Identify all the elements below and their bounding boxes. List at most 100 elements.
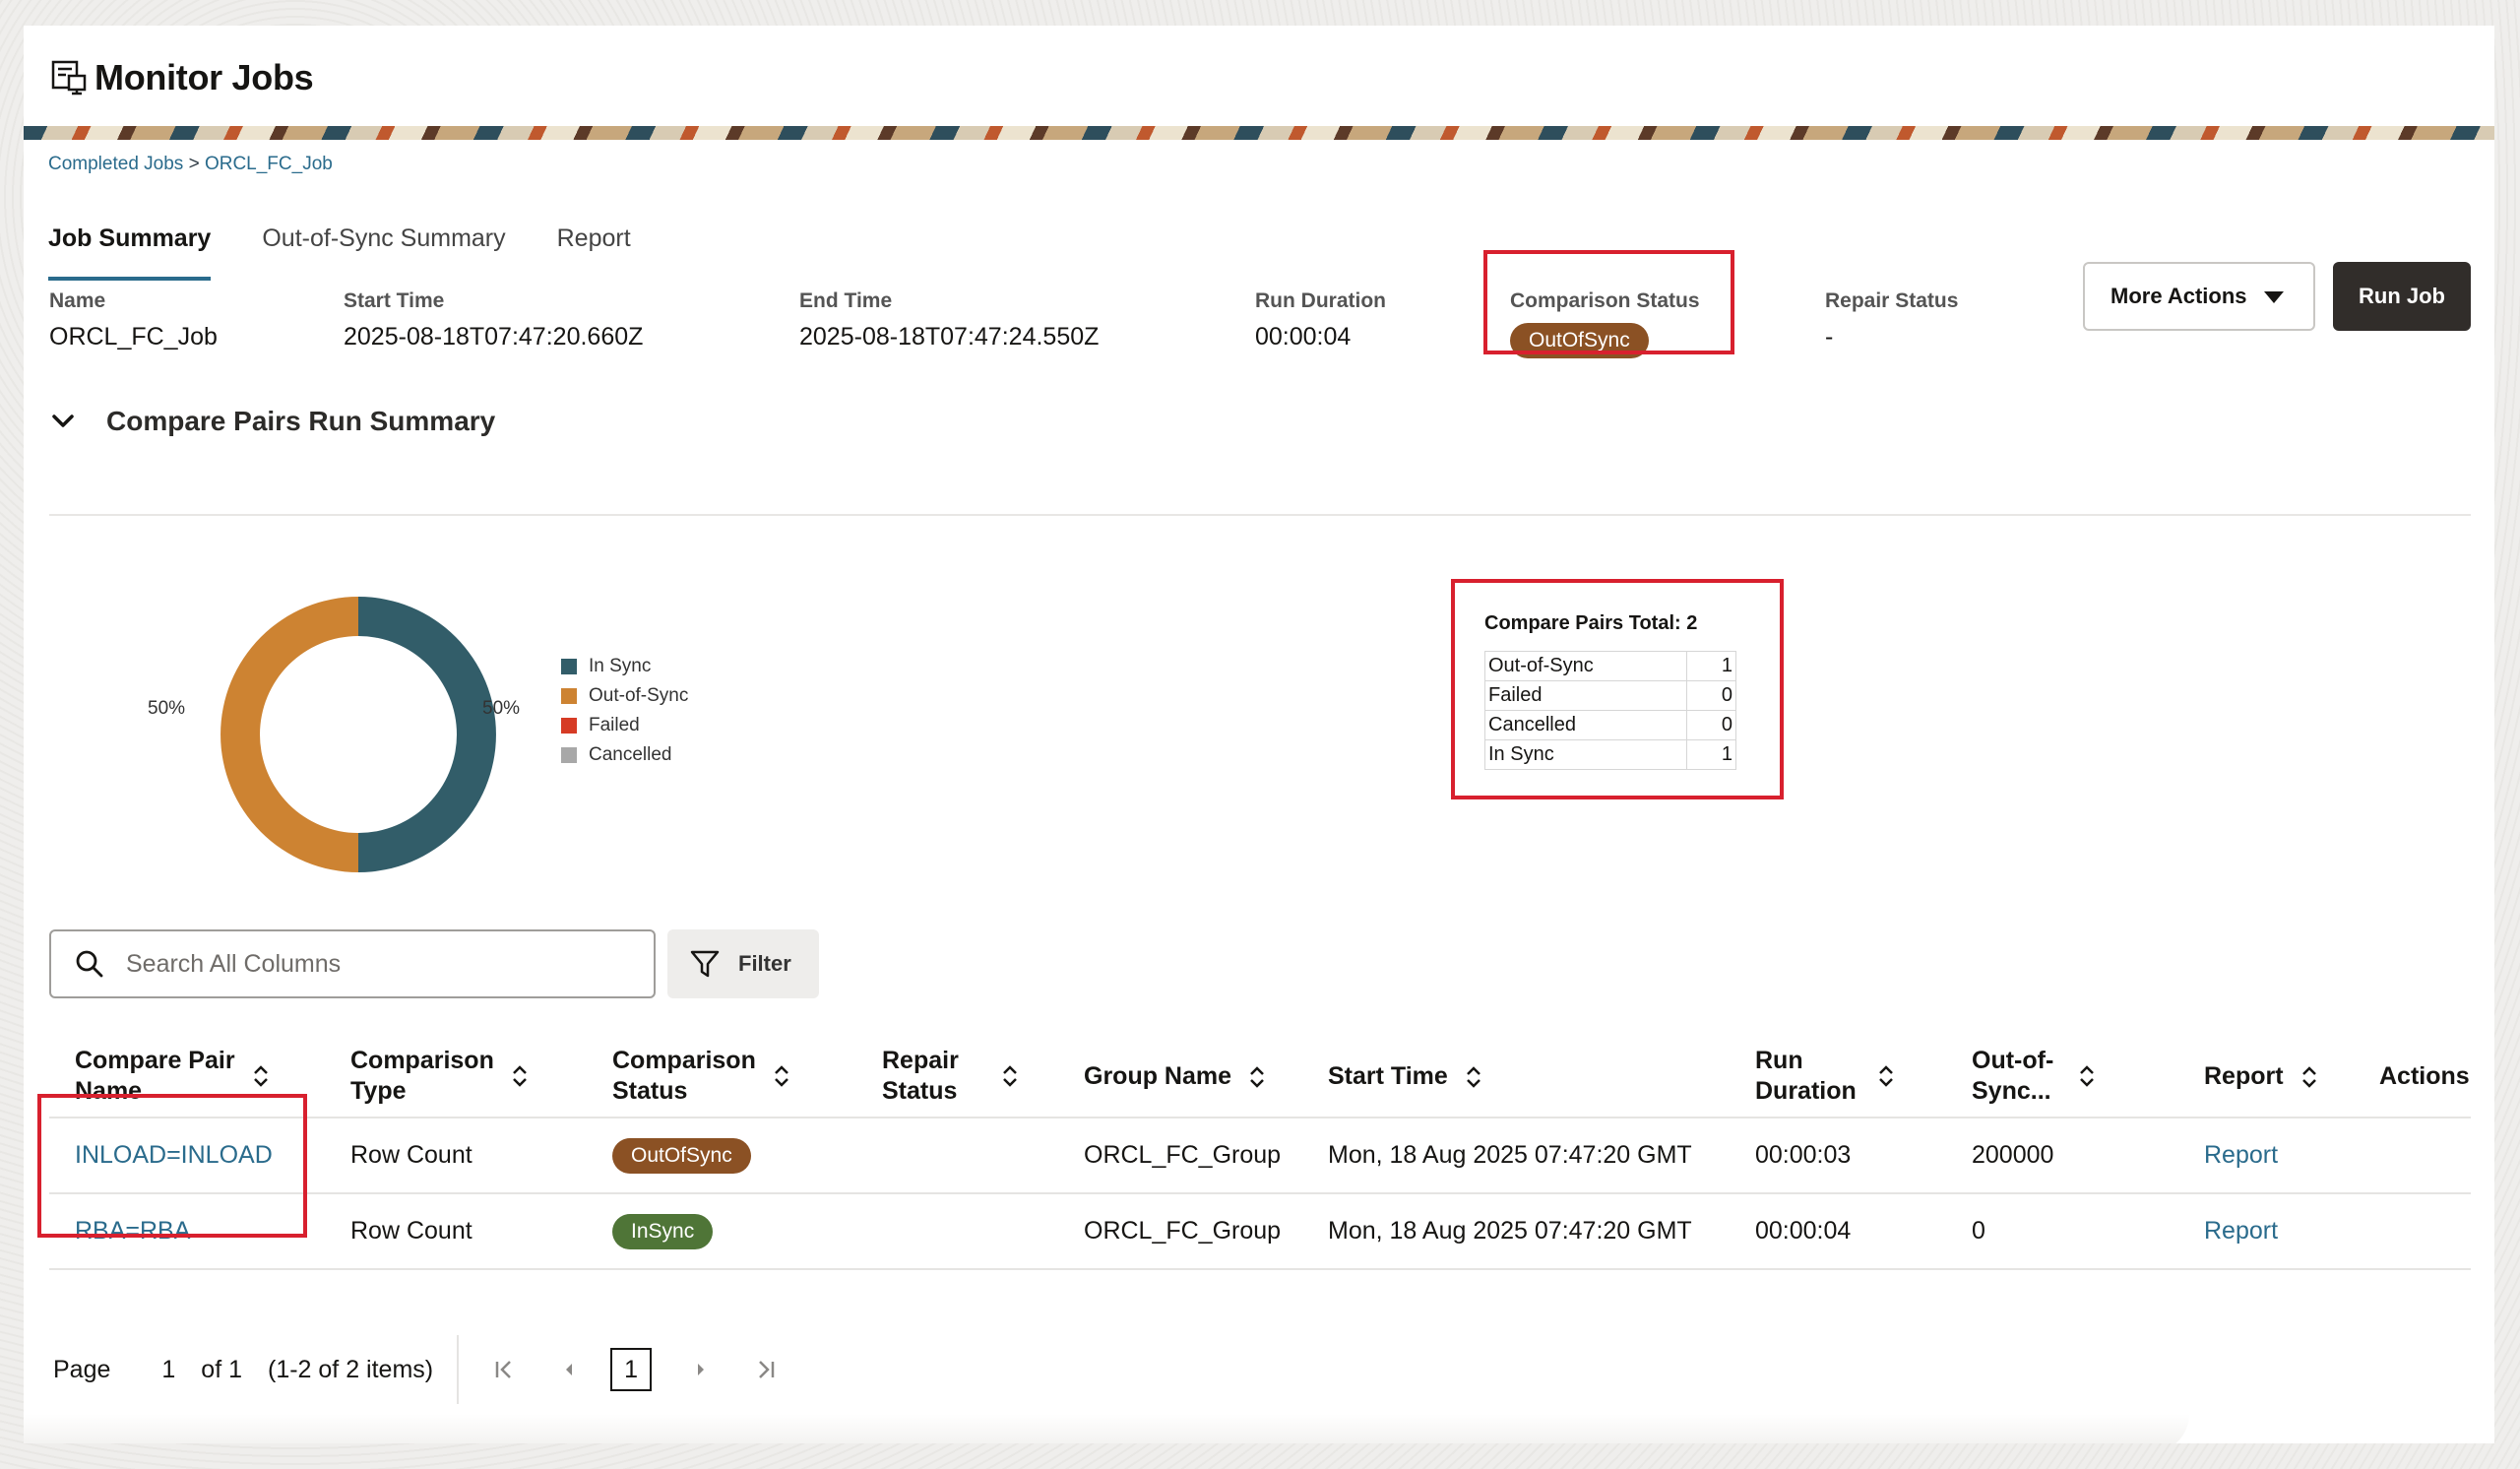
comparison-status-cell: InSync xyxy=(612,1194,714,1268)
header-text: Actions xyxy=(2379,1062,2470,1090)
end-time-value: 2025-08-18T07:47:24.550Z xyxy=(799,323,1100,351)
header-text: Report xyxy=(2204,1062,2284,1090)
column-header-run-duration[interactable]: Run Duration xyxy=(1755,1046,1894,1107)
legend-label-cancelled: Cancelled xyxy=(589,744,672,765)
next-page-icon xyxy=(698,1364,705,1375)
page-items-label: (1-2 of 2 items) xyxy=(268,1355,434,1383)
run-duration-cell: 00:00:04 xyxy=(1755,1217,1852,1245)
decorative-banner xyxy=(24,126,2494,140)
legend-item-cancelled: Cancelled xyxy=(561,740,688,770)
last-page-icon xyxy=(759,1361,775,1378)
donut-chart xyxy=(220,597,496,872)
comparison-status-highlight xyxy=(1483,250,1734,354)
status-badge: InSync xyxy=(612,1213,714,1249)
search-icon xyxy=(76,950,103,978)
table-header: Compare Pair Name Comparison Type Comparis… xyxy=(49,1026,2471,1118)
monitor-jobs-icon xyxy=(51,60,87,96)
current-page-button[interactable]: 1 xyxy=(610,1348,653,1391)
start-time-cell: Mon, 18 Aug 2025 07:47:20 GMT xyxy=(1328,1141,1692,1169)
column-header-actions: Actions xyxy=(2379,1061,2470,1092)
page-header: Monitor Jobs xyxy=(49,53,314,102)
sort-icon[interactable] xyxy=(774,1064,789,1088)
main-panel: Monitor Jobs Completed Jobs > ORCL_FC_Jo… xyxy=(24,26,2494,1443)
legend-label-in-sync: In Sync xyxy=(589,656,652,676)
last-page-button[interactable] xyxy=(742,1348,789,1391)
more-actions-button[interactable]: More Actions xyxy=(2083,262,2315,331)
compare-pair-name-highlight xyxy=(37,1094,307,1238)
header-text: Compare Pair xyxy=(75,1047,235,1074)
legend-swatch-in-sync xyxy=(561,659,577,674)
job-name-field: Name ORCL_FC_Job xyxy=(49,289,218,351)
filter-icon xyxy=(690,950,720,978)
pager-divider xyxy=(457,1335,460,1404)
column-header-start-time[interactable]: Start Time xyxy=(1328,1061,1481,1092)
donut-label-left: 50% xyxy=(148,698,186,719)
header-text: Duration xyxy=(1755,1077,1857,1105)
section-title: Compare Pairs Run Summary xyxy=(106,406,496,436)
header-text: Run xyxy=(1755,1047,1803,1074)
group-name-cell: ORCL_FC_Group xyxy=(1084,1141,1282,1169)
column-header-out-of-sync[interactable]: Out-of- Sync... xyxy=(1972,1046,2095,1107)
repair-status-value: - xyxy=(1825,323,1834,351)
header-text: Status xyxy=(882,1077,958,1105)
report-link[interactable]: Report xyxy=(2204,1194,2278,1268)
header-text: Repair xyxy=(882,1047,959,1074)
first-page-icon xyxy=(495,1361,511,1378)
more-actions-label: More Actions xyxy=(2110,284,2247,308)
sort-icon[interactable] xyxy=(1002,1064,1018,1088)
legend-item-in-sync: In Sync xyxy=(561,652,688,681)
out-of-sync-cell: 200000 xyxy=(1972,1141,2054,1169)
filter-button[interactable]: Filter xyxy=(667,929,819,998)
end-time-field: End Time 2025-08-18T07:47:24.550Z xyxy=(799,289,1099,351)
sort-icon[interactable] xyxy=(512,1064,528,1088)
tab-report[interactable]: Report xyxy=(557,199,631,278)
sort-icon[interactable] xyxy=(2301,1065,2317,1089)
end-time-label: End Time xyxy=(799,289,893,312)
repair-status-field: Repair Status - xyxy=(1825,289,1958,351)
sort-icon[interactable] xyxy=(1878,1064,1894,1088)
compare-pairs-section-header[interactable]: Compare Pairs Run Summary xyxy=(49,406,495,437)
breadcrumb-completed-jobs[interactable]: Completed Jobs xyxy=(48,154,183,174)
report-link[interactable]: Report xyxy=(2204,1118,2278,1192)
column-header-comparison-status[interactable]: Comparison Status xyxy=(612,1046,789,1107)
page-number-input[interactable]: 1 xyxy=(161,1356,175,1384)
chevron-down-icon[interactable] xyxy=(49,408,77,435)
column-header-comparison-type[interactable]: Comparison Type xyxy=(350,1046,528,1107)
start-time-value: 2025-08-18T07:47:20.660Z xyxy=(344,323,644,351)
run-duration-value: 00:00:04 xyxy=(1255,323,1352,351)
legend-item-failed: Failed xyxy=(561,711,688,740)
column-header-report[interactable]: Report xyxy=(2204,1061,2317,1092)
legend-label-failed: Failed xyxy=(589,715,640,735)
breadcrumb-separator: > xyxy=(183,154,205,174)
first-page-button[interactable] xyxy=(480,1348,528,1391)
donut-slice-out-of-sync xyxy=(220,597,358,872)
breadcrumb: Completed Jobs > ORCL_FC_Job xyxy=(48,154,333,175)
sort-icon[interactable] xyxy=(1249,1065,1265,1089)
next-page-button[interactable] xyxy=(677,1348,724,1391)
run-job-button[interactable]: Run Job xyxy=(2333,262,2471,331)
breadcrumb-current-job[interactable]: ORCL_FC_Job xyxy=(205,154,333,174)
out-of-sync-cell: 0 xyxy=(1972,1217,1985,1245)
donut-slice-in-sync xyxy=(358,597,496,872)
sort-icon[interactable] xyxy=(2079,1064,2095,1088)
run-duration-cell: 00:00:03 xyxy=(1755,1141,1852,1169)
previous-page-button[interactable] xyxy=(545,1348,593,1391)
header-text: Status xyxy=(612,1077,688,1105)
sort-icon[interactable] xyxy=(1466,1065,1481,1089)
run-duration-field: Run Duration 00:00:04 xyxy=(1255,289,1386,351)
sort-icon[interactable] xyxy=(253,1064,269,1088)
legend-swatch-failed xyxy=(561,718,577,734)
page-of-label: of 1 xyxy=(201,1355,242,1383)
start-time-field: Start Time 2025-08-18T07:47:20.660Z xyxy=(344,289,643,351)
search-field[interactable] xyxy=(49,929,656,998)
chart-legend: In Sync Out-of-Sync Failed Cancelled xyxy=(561,652,688,770)
header-text: Sync... xyxy=(1972,1077,2051,1105)
header-text: Out-of- xyxy=(1972,1047,2054,1074)
column-header-repair-status[interactable]: Repair Status xyxy=(882,1046,1018,1107)
tab-job-summary[interactable]: Job Summary xyxy=(48,199,212,281)
tab-out-of-sync-summary[interactable]: Out-of-Sync Summary xyxy=(262,199,505,278)
search-input[interactable] xyxy=(126,949,618,979)
summary-highlight xyxy=(1451,579,1784,799)
job-name-label: Name xyxy=(49,289,106,312)
column-header-group-name[interactable]: Group Name xyxy=(1084,1061,1265,1092)
